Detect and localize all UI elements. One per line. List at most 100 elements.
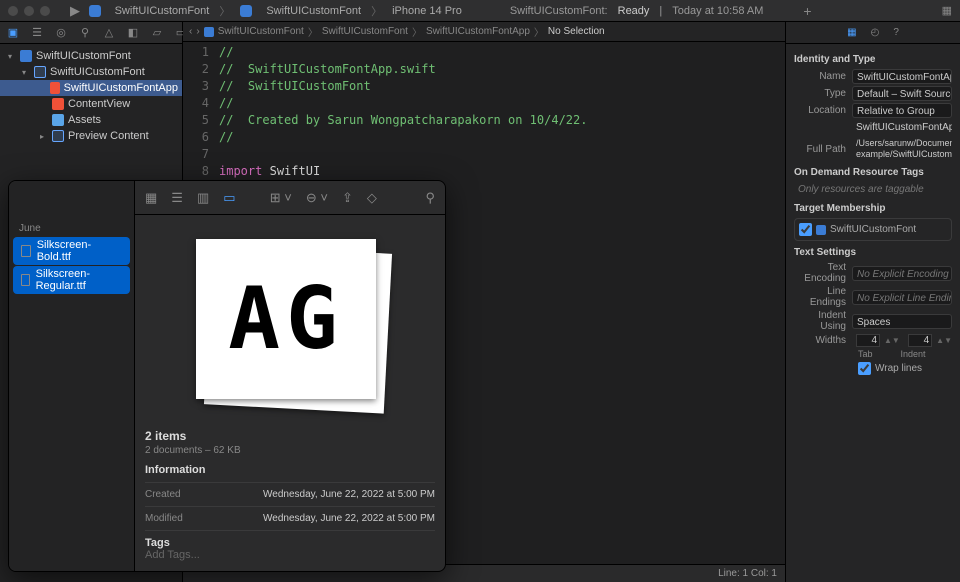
inspector-tab-history-icon[interactable]: ◴ — [871, 27, 880, 38]
code-keyword: import — [219, 164, 262, 178]
finder-info-pane: 2 items 2 documents – 62 KB Information … — [135, 425, 445, 571]
code-ident: SwiftUI — [270, 164, 321, 178]
view-icon-columns[interactable]: ▥ — [197, 190, 209, 206]
jump-d[interactable]: No Selection — [548, 26, 605, 37]
navigator-tab-source-control-icon[interactable]: ☰ — [30, 26, 44, 39]
share-icon[interactable]: ⇪ — [342, 190, 353, 206]
cursor-position: Line: 1 Col: 1 — [718, 568, 777, 579]
build-status-app: SwiftUICustomFont: — [510, 5, 608, 17]
finder-toolbar: ▦ ☰ ▥ ▭ ⊞ ˅ ⊖ ˅ ⇪ ◇ ⚲ — [135, 181, 445, 215]
breadcrumb-target[interactable]: SwiftUICustomFont — [266, 5, 361, 17]
finder-group-label: June — [9, 221, 134, 236]
target-checkbox[interactable] — [799, 223, 812, 236]
view-icon-grid[interactable]: ▦ — [145, 190, 157, 206]
tree-file-label: Preview Content — [68, 130, 149, 142]
view-icon-gallery[interactable]: ▭ — [223, 190, 235, 206]
location-select[interactable]: Relative to Group — [852, 103, 952, 118]
code-line: // — [219, 130, 233, 144]
inspector-tab-help-icon[interactable]: ? — [893, 27, 899, 38]
target-membership-box: SwiftUICustomFont — [794, 218, 952, 241]
code-line: // — [219, 96, 233, 110]
tree-project[interactable]: ▾ SwiftUICustomFont — [0, 48, 182, 64]
wrap-checkbox[interactable] — [858, 362, 871, 375]
run-button[interactable]: ▶ — [70, 3, 80, 19]
finder-count: 2 items — [145, 429, 435, 443]
finder-item-label: Silkscreen-Bold.ttf — [37, 239, 122, 263]
jump-b[interactable]: SwiftUICustomFont — [322, 26, 408, 37]
tree-file-contentview[interactable]: ContentView — [0, 96, 182, 112]
file-type-select[interactable]: Default – Swift Source — [852, 86, 952, 101]
inspector-tab-file-icon[interactable]: ▦ — [847, 27, 856, 38]
build-status-sep: | — [659, 5, 662, 17]
finder-preview: AG — [135, 215, 445, 425]
jump-a[interactable]: SwiftUICustomFont — [218, 26, 304, 37]
label: Full Path — [794, 144, 852, 155]
navigator-tab-issues-icon[interactable]: △ — [102, 26, 116, 39]
line-endings-select[interactable]: No Explicit Line Endings — [852, 290, 952, 305]
tree-file-label: ContentView — [68, 98, 130, 110]
label: Modified — [145, 513, 183, 524]
tree-project-label: SwiftUICustomFont — [36, 50, 131, 62]
assets-icon — [52, 114, 64, 126]
tree-folder[interactable]: ▾ SwiftUICustomFont — [0, 64, 182, 80]
label: Created — [145, 489, 181, 500]
finder-item[interactable]: Silkscreen-Bold.ttf — [13, 237, 130, 265]
target-icon — [816, 225, 826, 235]
library-button[interactable]: ▦ — [942, 4, 952, 17]
tree-folder-preview[interactable]: ▸ Preview Content — [0, 128, 182, 144]
add-tab-button[interactable]: + — [803, 3, 811, 19]
target-membership-heading: Target Membership — [794, 203, 952, 214]
text-settings-heading: Text Settings — [794, 247, 952, 258]
created-value: Wednesday, June 22, 2022 at 5:00 PM — [263, 489, 435, 500]
tree-file-label: SwiftUICustomFontApp — [64, 82, 178, 94]
label: Name — [794, 71, 852, 82]
tab-width-input[interactable] — [856, 334, 880, 347]
navigator-tab-find-icon[interactable]: ⚲ — [78, 26, 92, 39]
jump-c[interactable]: SwiftUICustomFontApp — [426, 26, 530, 37]
search-icon[interactable]: ⚲ — [425, 190, 435, 206]
zoom-dot[interactable] — [40, 6, 50, 16]
navigator-tab-symbols-icon[interactable]: ◎ — [54, 26, 68, 39]
file-icon — [21, 274, 30, 286]
close-dot[interactable] — [8, 6, 18, 16]
wrap-label: Wrap lines — [875, 363, 922, 374]
action-menu-icon[interactable]: ⊖ ˅ — [306, 190, 328, 206]
device-select[interactable]: iPhone 14 Pro — [392, 5, 462, 17]
finder-item[interactable]: Silkscreen-Regular.ttf — [13, 266, 130, 294]
scheme-name[interactable]: SwiftUICustomFont — [115, 5, 210, 17]
navigator-tab-tests-icon[interactable]: ◧ — [126, 26, 140, 39]
label: Text Encoding — [794, 262, 852, 284]
target-icon — [240, 5, 252, 17]
view-icon-list[interactable]: ☰ — [171, 190, 183, 206]
scheme-icon — [89, 5, 101, 17]
tree-file-assets[interactable]: Assets — [0, 112, 182, 128]
indent-width-input[interactable] — [908, 334, 932, 347]
xcode-titlebar: ▶ SwiftUICustomFont 〉 SwiftUICustomFont … — [0, 0, 960, 22]
tree-file-label: Assets — [68, 114, 101, 126]
identity-heading: Identity and Type — [794, 54, 952, 65]
indent-using-select[interactable]: Spaces — [852, 314, 952, 329]
location-file: SwiftUICustomFontApp.swift — [852, 120, 952, 135]
target-membership-item[interactable]: SwiftUICustomFont — [799, 223, 947, 236]
finder-window[interactable]: June Silkscreen-Bold.ttf Silkscreen-Regu… — [8, 180, 446, 572]
nav-back-icon[interactable]: ‹ — [189, 26, 192, 37]
code-line: SwiftUICustomFont — [248, 79, 371, 93]
encoding-select[interactable]: No Explicit Encoding — [852, 266, 952, 281]
nav-fwd-icon[interactable]: › — [196, 26, 199, 37]
tags-input[interactable]: Add Tags... — [145, 549, 435, 561]
group-by-icon[interactable]: ⊞ ˅ — [270, 190, 292, 206]
label: Indent Using — [794, 310, 852, 332]
file-name-field[interactable]: SwiftUICustomFontApp.swift — [852, 69, 952, 84]
tag-icon[interactable]: ◇ — [367, 190, 377, 206]
navigator-tab-debug-icon[interactable]: ▱ — [150, 26, 164, 39]
swift-file-icon — [50, 82, 59, 94]
window-controls — [8, 6, 50, 16]
code-line: // — [219, 62, 233, 76]
jump-bar[interactable]: ‹ › SwiftUICustomFont 〉 SwiftUICustomFon… — [183, 22, 785, 42]
minimize-dot[interactable] — [24, 6, 34, 16]
code-line: // — [219, 45, 233, 59]
wrap-lines-toggle[interactable]: Wrap lines — [858, 362, 952, 375]
navigator-tab-files-icon[interactable]: ▣ — [6, 26, 20, 39]
tree-file-app[interactable]: SwiftUICustomFontApp — [0, 80, 182, 96]
code-line: // — [219, 79, 233, 93]
